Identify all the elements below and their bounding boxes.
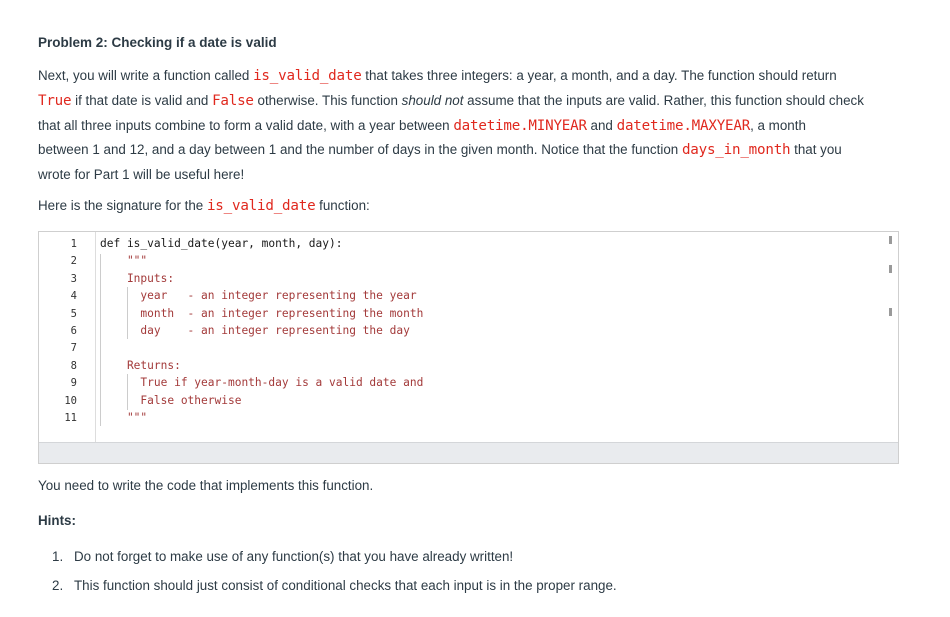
emphasis-text: should not xyxy=(401,92,464,108)
intro-text: that you xyxy=(790,142,842,158)
func-name-code: is_valid_date xyxy=(206,198,316,214)
intro-text: , a month xyxy=(750,117,806,133)
scrollbar-marker[interactable] xyxy=(889,236,892,244)
maxyear-code: datetime.MAXYEAR xyxy=(616,117,751,134)
line-number: 8 xyxy=(70,360,77,372)
intro-text: that takes three integers: a year, a mon… xyxy=(361,68,837,83)
code-line: year - an integer representing the year xyxy=(100,289,417,302)
hint-item: 1. Do not forget to make use of any funct… xyxy=(52,549,513,564)
intro-paragraph: Next, you will write a function called i… xyxy=(38,64,904,188)
intro-text: wrote for Part 1 will be useful here! xyxy=(38,167,245,183)
minyear-code: datetime.MINYEAR xyxy=(453,117,587,134)
line-number: 10 xyxy=(64,395,77,407)
line-number: 9 xyxy=(70,377,77,389)
code-line: False otherwise xyxy=(100,394,242,407)
intro-text: that all three inputs combine to form a … xyxy=(38,117,454,133)
line-number: 2 xyxy=(70,255,77,267)
code-line: day - an integer representing the day xyxy=(100,324,410,337)
hint-number: 2. xyxy=(52,578,64,593)
func-name-code: is_valid_date xyxy=(253,68,362,84)
line-number: 4 xyxy=(70,290,77,302)
hint-item: 2. This function should just consist of c… xyxy=(52,578,617,593)
code-line: def is_valid_date(year, month, day): xyxy=(100,237,343,250)
hint-text: This function should just consist of con… xyxy=(74,578,617,593)
problem-heading: Problem 2: Checking if a date is valid xyxy=(38,35,277,50)
code-line: Returns: xyxy=(100,359,181,372)
intro-text: if that date is valid and xyxy=(71,92,213,108)
implement-text: You need to write the code that implemen… xyxy=(38,478,374,493)
intro-text: and xyxy=(586,117,617,133)
editor-footer-bar xyxy=(39,442,898,463)
hint-number: 1. xyxy=(52,549,64,564)
intro-text: between 1 and 12, and a day between 1 an… xyxy=(38,142,682,158)
signature-text: function: xyxy=(315,198,370,213)
line-number: 3 xyxy=(70,273,77,285)
code-line: Inputs: xyxy=(100,272,175,285)
line-number-gutter: 1 2 3 4 5 6 7 8 9 10 11 xyxy=(39,232,96,445)
line-number: 7 xyxy=(70,342,77,354)
code-line: """ xyxy=(100,411,148,424)
hints-title: Hints: xyxy=(38,513,76,528)
signature-text: Here is the signature for the xyxy=(38,198,207,213)
line-number: 1 xyxy=(70,238,77,250)
code-line: """ xyxy=(100,254,148,267)
scrollbar-marker[interactable] xyxy=(889,308,892,316)
code-line: True if year-month-day is a valid date a… xyxy=(100,376,424,389)
signature-intro: Here is the signature for the is_valid_d… xyxy=(38,194,370,219)
false-keyword: False xyxy=(212,92,254,109)
intro-text: otherwise. This function xyxy=(253,92,402,108)
code-line: month - an integer representing the mont… xyxy=(100,307,424,320)
intro-text: assume that the inputs are valid. Rather… xyxy=(463,92,864,108)
line-number: 6 xyxy=(70,325,77,337)
intro-text: Next, you will write a function called xyxy=(38,68,254,83)
hint-text: Do not forget to make use of any functio… xyxy=(74,549,514,564)
line-number: 5 xyxy=(70,308,77,320)
scrollbar-marker[interactable] xyxy=(889,265,892,273)
line-number: 11 xyxy=(64,412,77,424)
true-keyword: True xyxy=(38,92,72,109)
days-in-month-code: days_in_month xyxy=(681,142,791,159)
code-editor[interactable]: 1 2 3 4 5 6 7 8 9 10 11 def is_valid_dat… xyxy=(38,231,899,464)
